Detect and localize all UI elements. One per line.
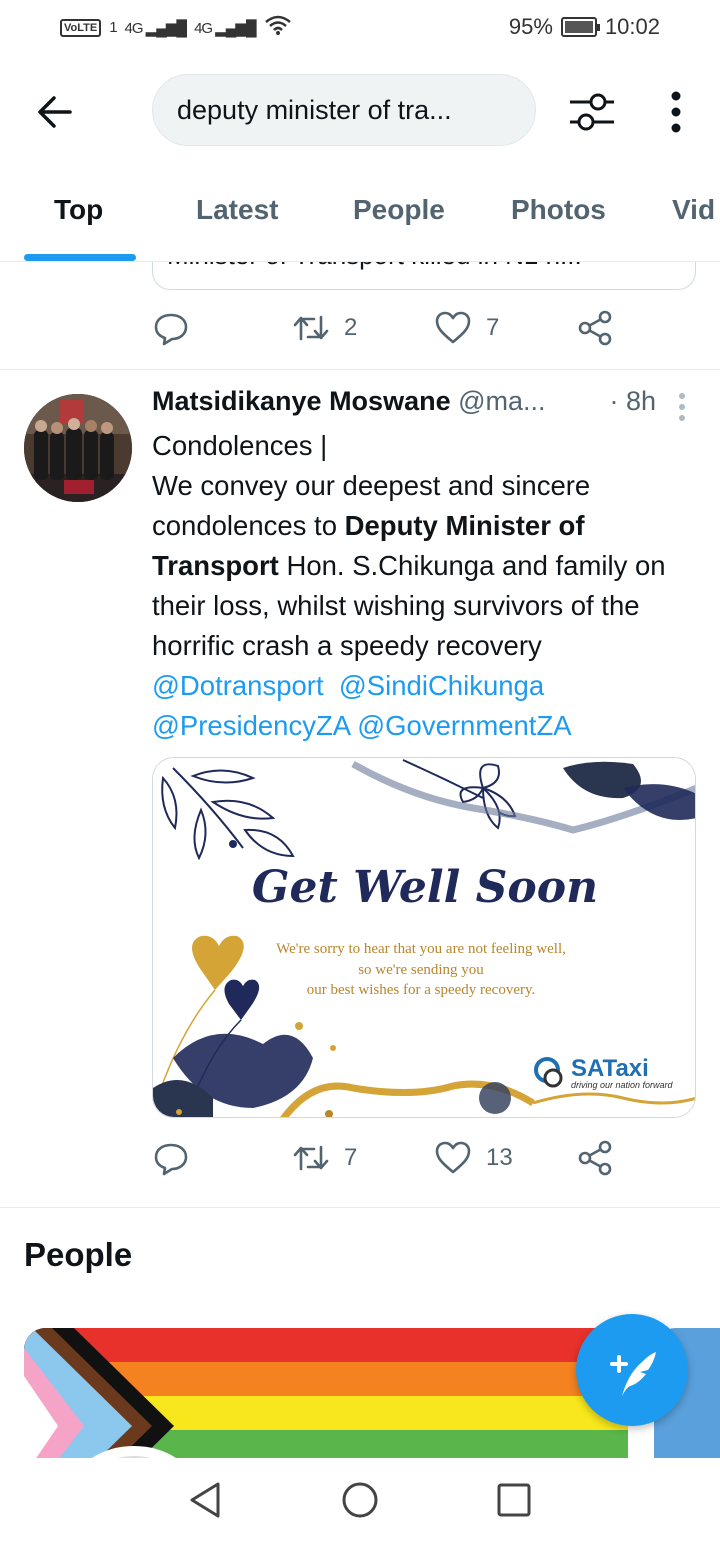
nav-back-icon[interactable] <box>186 1480 226 1520</box>
card-headline: Get Well Soon <box>252 862 598 913</box>
like-count: 13 <box>486 1144 513 1171</box>
compose-tweet-button[interactable] <box>576 1314 688 1426</box>
tweet-header: Matsidikanye Moswane @ma... · 8h <box>152 386 692 426</box>
share-icon <box>578 1140 612 1176</box>
wifi-icon <box>264 14 292 41</box>
battery-icon <box>560 17 600 37</box>
mention-link[interactable]: @GovernmentZA <box>357 710 571 741</box>
status-bar: VoLTE 1 4G ▂▄▆█ 4G ▂▄▆█ 95% 10:02 <box>0 0 720 56</box>
tweet-text: Condolences | We convey our deepest and … <box>152 426 692 746</box>
filter-icon[interactable] <box>566 86 618 138</box>
avatar[interactable] <box>24 394 132 502</box>
tweet-actions: 2 7 <box>152 309 712 349</box>
tweet-paragraph: We convey our deepest and sincere condol… <box>152 470 666 661</box>
like-button[interactable]: 7 <box>434 309 499 347</box>
retweet-button[interactable]: 2 <box>292 309 357 347</box>
tweet-mentions: @Dotransport @SindiChikunga @PresidencyZ… <box>152 666 692 746</box>
battery-percent: 95% <box>508 14 553 39</box>
tab-latest[interactable]: Latest <box>196 194 278 226</box>
author-handle[interactable]: @ma... <box>458 386 545 416</box>
tweet-more-icon[interactable] <box>678 392 686 422</box>
status-right: 95% 10:02 <box>509 14 660 40</box>
nav-home-icon[interactable] <box>340 1480 380 1520</box>
retweet-icon <box>293 1145 329 1171</box>
tab-photos[interactable]: Photos <box>511 194 606 226</box>
search-input[interactable]: deputy minister of tra... <box>152 74 536 146</box>
share-button[interactable] <box>576 309 614 347</box>
tweet-actions: 7 13 <box>152 1139 712 1179</box>
like-count: 7 <box>486 314 500 341</box>
tab-people[interactable]: People <box>353 194 445 226</box>
section-divider <box>0 1207 720 1208</box>
tab-videos[interactable]: Vid <box>672 194 715 226</box>
author-name[interactable]: Matsidikanye Moswane <box>152 386 451 416</box>
quoted-tweet-text: Minister of Transport killed in N1 h... <box>167 262 582 271</box>
mention-link[interactable]: @SindiChikunga <box>339 670 544 701</box>
card-message-line-1: We're sorry to hear that you are not fee… <box>276 941 566 957</box>
tweet-divider <box>0 369 720 370</box>
retweet-count: 2 <box>344 314 358 341</box>
brand-tagline: driving our nation forward <box>571 1080 674 1090</box>
system-navigation-bar <box>0 1458 720 1541</box>
people-section-title: People <box>24 1236 133 1273</box>
person-card-banner[interactable] <box>24 1328 628 1458</box>
status-left: VoLTE 1 4G ▂▄▆█ 4G ▂▄▆█ <box>60 14 292 41</box>
heart-icon <box>435 1141 471 1174</box>
tweet-line-1: Condolences | <box>152 430 328 461</box>
reply-icon <box>154 1143 188 1176</box>
signal-icon-2: 4G ▂▄▆█ <box>194 19 257 37</box>
mention-link[interactable]: @PresidencyZA <box>152 710 350 741</box>
reply-icon <box>154 313 188 346</box>
card-message-line-3: our best wishes for a speedy recovery. <box>307 982 536 998</box>
search-header: deputy minister of tra... <box>0 70 720 150</box>
tweet-time: · 8h <box>609 386 656 416</box>
heart-icon <box>435 311 471 344</box>
reply-button[interactable] <box>152 1139 190 1177</box>
retweet-button[interactable]: 7 <box>292 1139 357 1177</box>
quoted-tweet-card[interactable]: Minister of Transport killed in N1 h... <box>152 262 696 290</box>
clock: 10:02 <box>604 14 660 39</box>
retweet-count: 7 <box>344 1144 358 1171</box>
share-icon <box>578 310 612 346</box>
signal-icon: 4G ▂▄▆█ <box>124 19 188 37</box>
tab-top[interactable]: Top <box>54 194 103 226</box>
more-options-icon[interactable] <box>656 86 696 138</box>
sim-slot: 1 <box>109 19 117 36</box>
back-arrow-icon[interactable] <box>30 86 82 138</box>
card-message-line-2: so we're sending you <box>358 962 484 978</box>
search-tabs: Top Latest People Photos Vid <box>0 180 720 262</box>
active-tab-indicator <box>24 254 136 261</box>
nav-recents-icon[interactable] <box>494 1480 534 1520</box>
volte-badge: VoLTE <box>60 18 102 37</box>
like-button[interactable]: 13 <box>434 1139 513 1177</box>
tweet-media-image[interactable]: Get Well Soon We're sorry to hear that y… <box>152 757 696 1118</box>
share-button[interactable] <box>576 1139 614 1177</box>
retweet-icon <box>293 315 329 341</box>
compose-feather-icon <box>610 1352 656 1396</box>
brand-name: SATaxi <box>571 1055 649 1082</box>
reply-button[interactable] <box>152 309 190 347</box>
mention-link[interactable]: @Dotransport <box>152 670 324 701</box>
